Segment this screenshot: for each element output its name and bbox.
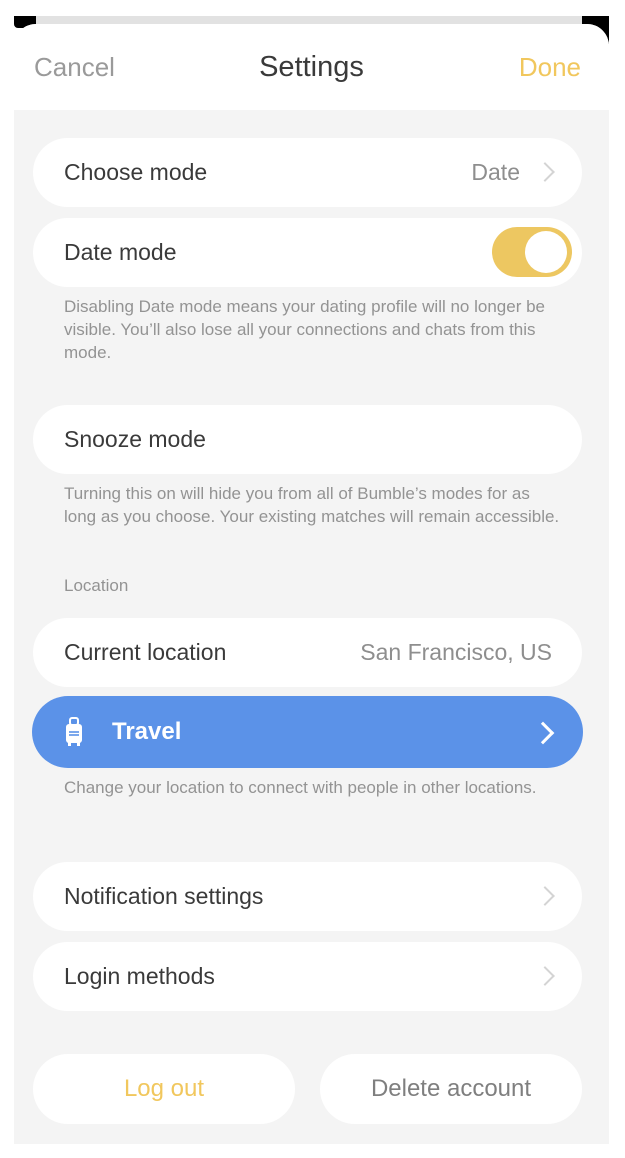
choose-mode-value: Date: [471, 159, 520, 185]
done-button[interactable]: Done: [519, 52, 581, 83]
chevron-right-icon: [538, 886, 552, 908]
choose-mode-row[interactable]: Choose mode Date: [33, 138, 582, 207]
current-location-value: San Francisco, US: [360, 639, 552, 665]
choose-mode-label: Choose mode: [64, 159, 208, 185]
date-mode-label: Date mode: [64, 239, 177, 265]
location-section-label: Location: [64, 576, 129, 595]
date-mode-row: Date mode: [33, 218, 582, 287]
current-location-label: Current location: [64, 639, 227, 665]
snooze-mode-row[interactable]: Snooze mode: [33, 405, 582, 474]
nav-header: Cancel Settings Done: [14, 24, 609, 110]
current-location-row[interactable]: Current location San Francisco, US: [33, 618, 582, 687]
settings-content: Choose mode Date Date mode Disabling Dat…: [14, 110, 609, 1144]
snooze-mode-note: Turning this on will hide you from all o…: [64, 484, 560, 526]
travel-label: Travel: [112, 718, 182, 745]
toggle-knob: [525, 231, 567, 273]
login-methods-label: Login methods: [64, 963, 215, 989]
travel-row[interactable]: Travel: [32, 696, 583, 768]
chevron-right-icon: [538, 162, 552, 184]
chevron-right-icon: [537, 720, 553, 744]
snooze-mode-label: Snooze mode: [64, 426, 206, 452]
date-mode-toggle[interactable]: [492, 227, 572, 277]
travel-note: Change your location to connect with peo…: [64, 778, 537, 797]
date-mode-note: Disabling Date mode means your dating pr…: [64, 297, 545, 362]
notification-settings-row[interactable]: Notification settings: [33, 862, 582, 931]
settings-sheet: Cancel Settings Done Choose mode Date Da…: [14, 24, 609, 1144]
chevron-right-icon: [538, 966, 552, 988]
delete-account-button[interactable]: Delete account: [320, 1054, 582, 1124]
suitcase-icon: [64, 717, 84, 747]
notification-settings-label: Notification settings: [64, 883, 264, 909]
login-methods-row[interactable]: Login methods: [33, 942, 582, 1011]
logout-button[interactable]: Log out: [33, 1054, 295, 1124]
